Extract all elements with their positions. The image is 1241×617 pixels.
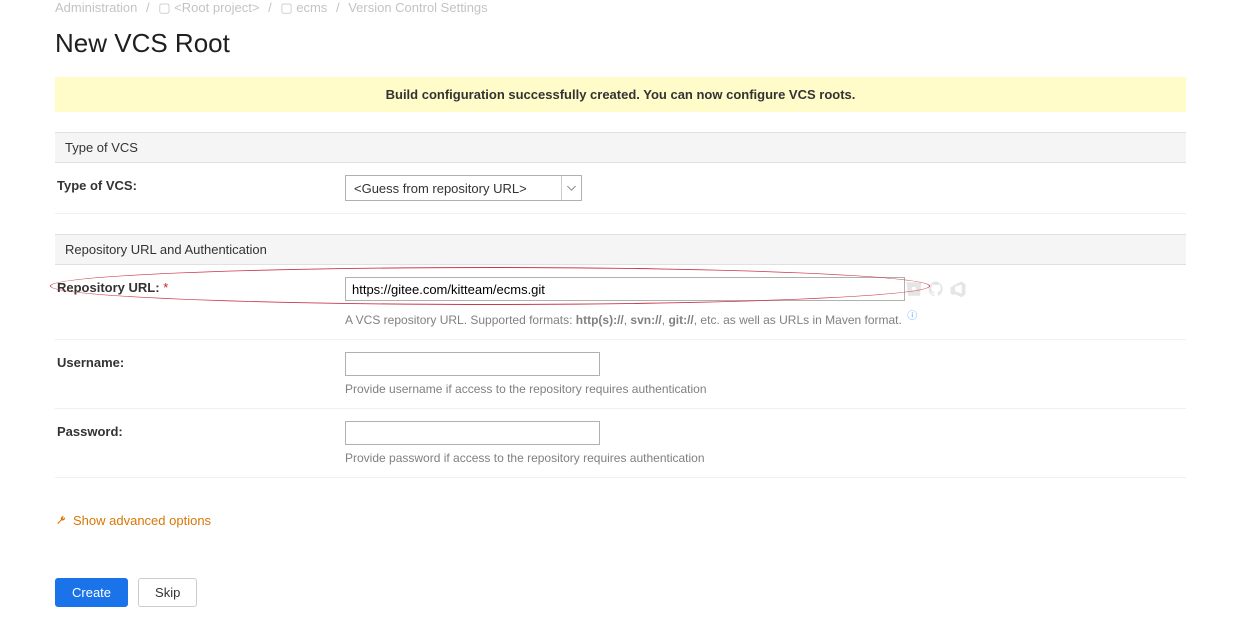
skip-button[interactable]: Skip [138, 578, 197, 607]
repo-url-hint: A VCS repository URL. Supported formats:… [345, 307, 1186, 327]
vcs-type-value: <Guess from repository URL> [346, 181, 561, 196]
breadcrumb: Administration / ▢ <Root project> / ▢ ec… [55, 0, 1186, 24]
breadcrumb-project[interactable]: ecms [296, 0, 327, 15]
username-label: Username: [55, 352, 345, 370]
bitbucket-icon [905, 280, 923, 298]
vcs-type-label: Type of VCS: [55, 175, 345, 193]
section-header-repo: Repository URL and Authentication [55, 234, 1186, 265]
breadcrumb-admin[interactable]: Administration [55, 0, 137, 15]
vsts-icon [949, 280, 967, 298]
vcs-provider-icons [905, 280, 967, 298]
repo-url-input[interactable] [345, 277, 905, 301]
show-advanced-link[interactable]: Show advanced options [55, 513, 211, 528]
chevron-down-icon [561, 176, 581, 200]
breadcrumb-root-project[interactable]: <Root project> [174, 0, 259, 15]
page-title: New VCS Root [55, 28, 1186, 59]
repo-url-label: Repository URL: * [55, 277, 345, 295]
section-header-vcs-type: Type of VCS [55, 132, 1186, 163]
username-input[interactable] [345, 352, 600, 376]
show-advanced-label: Show advanced options [73, 513, 211, 528]
wrench-icon [55, 515, 67, 527]
password-hint: Provide password if access to the reposi… [345, 451, 1186, 465]
breadcrumb-page[interactable]: Version Control Settings [348, 0, 487, 15]
github-icon [927, 280, 945, 298]
help-icon[interactable]: ⓘ [907, 307, 919, 319]
password-label: Password: [55, 421, 345, 439]
password-input[interactable] [345, 421, 600, 445]
vcs-type-select[interactable]: <Guess from repository URL> [345, 175, 582, 201]
username-hint: Provide username if access to the reposi… [345, 382, 1186, 396]
create-button[interactable]: Create [55, 578, 128, 607]
success-banner: Build configuration successfully created… [55, 77, 1186, 112]
